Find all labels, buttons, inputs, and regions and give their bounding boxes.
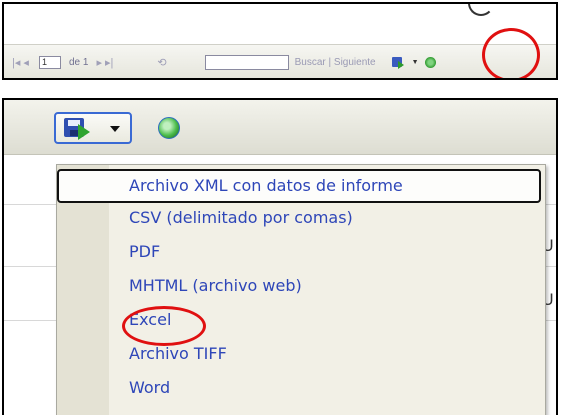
menu-item-csv[interactable]: CSV (delimitado por comas) [129, 203, 353, 233]
partial-glyph [468, 4, 494, 16]
menu-item-xml[interactable]: Archivo XML con datos de informe [57, 169, 541, 203]
toolbar-overview-panel: |◂ ◂ 1 de 1 ▸ ▸| ⟲ Buscar | Siguiente ▼ [2, 2, 558, 80]
save-export-icon [64, 118, 94, 140]
chevron-down-icon[interactable]: ▼ [412, 59, 419, 66]
export-menu-panel: U U Archivo XML con datos de informe CSV… [2, 98, 558, 415]
annotation-circle-excel [122, 306, 206, 346]
page-number-input[interactable]: 1 [38, 55, 61, 69]
export-dropdown-menu: Archivo XML con datos de informe CSV (de… [56, 164, 546, 415]
menu-item-mhtml[interactable]: MHTML (archivo web) [129, 271, 302, 301]
annotation-circle-export [482, 28, 540, 78]
chevron-down-icon[interactable] [110, 126, 120, 132]
nav-next-last-icons[interactable]: ▸ ▸| [96, 56, 113, 69]
page-of-label: de 1 [68, 56, 89, 68]
refresh-icon[interactable] [158, 117, 180, 139]
green-arrow-icon [78, 124, 90, 140]
search-input[interactable] [204, 54, 289, 70]
refresh-icon-small[interactable] [424, 56, 436, 68]
report-viewer-toolbar: |◂ ◂ 1 de 1 ▸ ▸| ⟲ Buscar | Siguiente ▼ [4, 44, 556, 78]
zoomed-toolbar [4, 100, 556, 155]
search-links[interactable]: Buscar | Siguiente [295, 57, 376, 68]
menu-item-word[interactable]: Word [129, 373, 170, 403]
disk-shutter-shape [70, 130, 78, 136]
arrow-icon [397, 60, 404, 69]
export-icon-small[interactable] [391, 56, 408, 69]
back-icon[interactable]: ⟲ [157, 56, 166, 69]
export-button[interactable] [54, 112, 132, 144]
nav-first-prev-icons[interactable]: |◂ ◂ [12, 56, 29, 69]
menu-item-pdf[interactable]: PDF [129, 237, 160, 267]
